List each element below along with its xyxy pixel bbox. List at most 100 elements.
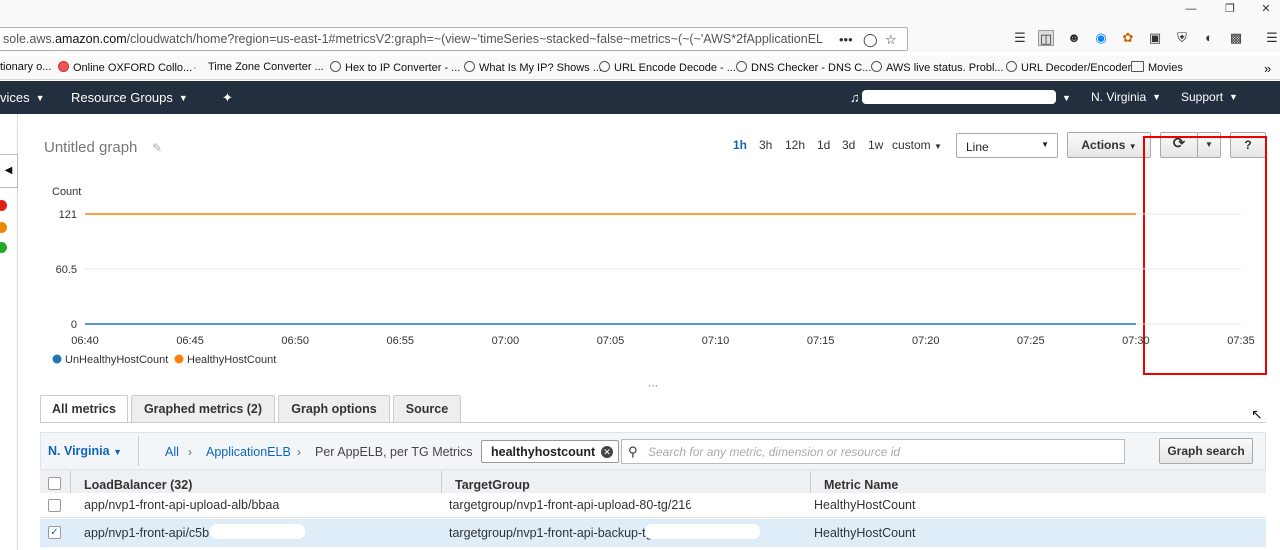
- bookmark-star-icon[interactable]: ☆: [885, 32, 897, 48]
- bookmark-item[interactable]: Online OXFORD Collo...: [58, 61, 192, 74]
- chevron-down-icon: ▼: [113, 447, 122, 457]
- extension-circle-icon[interactable]: ◉: [1093, 30, 1109, 46]
- bookmarks-overflow-icon[interactable]: »: [1264, 61, 1271, 76]
- metrics-line-chart: 0 60.5 121 06:40 06:45 06:50 06:55 07:00 07:05 0…: [52, 186, 1255, 366]
- pencil-icon[interactable]: ✎: [152, 141, 162, 155]
- globe-icon: [330, 61, 341, 72]
- bookmark-item[interactable]: URL Decoder/Encoder: [1006, 61, 1131, 74]
- bookmark-item[interactable]: Movies: [1131, 61, 1183, 74]
- bookmark-item[interactable]: DNS Checker - DNS C...: [736, 61, 871, 74]
- legend-swatch: [174, 354, 184, 364]
- range-1w[interactable]: 1w: [868, 138, 883, 152]
- y-tick-label: 60.5: [56, 264, 77, 276]
- shield-icon[interactable]: ⛨: [1174, 30, 1190, 46]
- cell-metric-name: HealthyHostCount: [814, 498, 916, 512]
- x-tick-label: 07:25: [1017, 335, 1045, 347]
- legend-label: UnHealthyHostCount: [65, 354, 168, 366]
- save-icon[interactable]: ▩: [1228, 30, 1244, 46]
- cell-targetgroup: targetgroup/nvp1-front-api-backup-tg: [449, 526, 653, 540]
- resize-handle[interactable]: ⋯: [648, 381, 658, 392]
- support-menu[interactable]: Support ▼: [1181, 90, 1238, 104]
- url-bar[interactable]: sole.aws.amazon.com/cloudwatch/home?regi…: [0, 27, 908, 51]
- resource-groups-menu[interactable]: Resource Groups ▼: [71, 90, 188, 105]
- chevron-down-icon: ▼: [1152, 92, 1162, 102]
- graph-title[interactable]: Untitled graph: [44, 139, 137, 156]
- browser-toolbar: — ❐ ✕ sole.aws.amazon.com/cloudwatch/hom…: [0, 0, 1280, 52]
- tab-graphed-metrics[interactable]: Graphed metrics (2): [131, 395, 275, 422]
- chevron-down-icon: ▼: [178, 93, 188, 103]
- menu-icon[interactable]: ☰: [1264, 30, 1280, 46]
- extension-box-icon[interactable]: ▣: [1147, 30, 1163, 46]
- close-icon[interactable]: ✕: [1256, 2, 1276, 16]
- range-1d[interactable]: 1d: [817, 138, 830, 152]
- row-checkbox-checked[interactable]: ✓: [48, 526, 61, 539]
- graph-type-value: Line: [966, 140, 989, 154]
- divider: [138, 436, 139, 466]
- globe-icon: [1006, 61, 1017, 72]
- column-header-loadbalancer[interactable]: LoadBalancer (32): [84, 478, 192, 492]
- redacted-text: [645, 524, 760, 539]
- range-3d[interactable]: 3d: [842, 138, 855, 152]
- actions-button[interactable]: Actions ▼: [1067, 132, 1151, 158]
- range-3h[interactable]: 3h: [759, 138, 772, 152]
- bookmark-item[interactable]: Hex to IP Converter - ...: [330, 61, 460, 74]
- breadcrumb-separator-icon: ›: [188, 445, 192, 459]
- breadcrumb-applicationelb[interactable]: ApplicationELB: [206, 445, 291, 459]
- bookmark-item[interactable]: · Time Zone Converter ...: [193, 61, 324, 74]
- x-tick-label: 06:55: [387, 335, 415, 347]
- sidebar-icon[interactable]: ◫: [1038, 30, 1054, 46]
- breadcrumb-all[interactable]: All: [165, 445, 179, 459]
- account-icon[interactable]: ☻: [1066, 30, 1082, 46]
- x-tick-label: 07:30: [1122, 335, 1150, 347]
- chevron-down-icon: ▼: [35, 93, 45, 103]
- bookmark-favicon-icon: [58, 61, 69, 72]
- column-header-metric-name[interactable]: Metric Name: [824, 478, 898, 492]
- remove-filter-icon[interactable]: ✕: [601, 446, 613, 458]
- tab-source[interactable]: Source: [393, 395, 461, 422]
- graph-type-select[interactable]: Line ▼: [956, 133, 1058, 158]
- tab-graph-options[interactable]: Graph options: [278, 395, 390, 422]
- bookmark-item[interactable]: tionary o...: [0, 61, 51, 73]
- row-checkbox[interactable]: [48, 499, 61, 512]
- metric-search: ⚲: [621, 439, 1125, 464]
- pocket-icon[interactable]: ◯: [863, 32, 878, 48]
- folder-icon: [1131, 61, 1144, 72]
- graph-search-button[interactable]: Graph search: [1159, 438, 1253, 464]
- aws-navbar: vices ▼ Resource Groups ▼ ✦ ♫ ▼ N. Virgini…: [0, 81, 1280, 114]
- bookmark-item[interactable]: What Is My IP? Shows ...: [464, 61, 602, 74]
- chevron-down-icon[interactable]: ▼: [1062, 93, 1071, 103]
- cell-loadbalancer: app/nvp1-front-api/c5b: [84, 526, 210, 540]
- region-menu[interactable]: N. Virginia ▼: [1091, 90, 1161, 104]
- region-select[interactable]: N. Virginia ▼: [48, 444, 122, 458]
- x-tick-label: 07:10: [702, 335, 730, 347]
- y-tick-label: 0: [71, 319, 77, 331]
- range-1h[interactable]: 1h: [733, 138, 747, 152]
- tab-all-metrics[interactable]: All metrics: [40, 395, 128, 423]
- select-all-checkbox[interactable]: [48, 477, 61, 490]
- library-icon[interactable]: ☰: [1012, 30, 1028, 46]
- chevron-down-icon: ▼: [1041, 140, 1049, 149]
- minimize-icon[interactable]: —: [1181, 2, 1201, 16]
- pin-icon[interactable]: ✦: [222, 90, 233, 106]
- search-input[interactable]: [648, 443, 1118, 461]
- x-tick-label: 07:05: [597, 335, 625, 347]
- column-header-targetgroup[interactable]: TargetGroup: [455, 478, 530, 492]
- extension-lion-icon[interactable]: ✿: [1120, 30, 1136, 46]
- range-custom[interactable]: custom ▼: [892, 138, 942, 152]
- redacted-account: [862, 90, 1056, 104]
- extension-dark-icon[interactable]: ◐: [1201, 30, 1217, 46]
- filter-chip[interactable]: healthyhostcount ✕: [481, 440, 619, 463]
- bookmark-favicon-icon: ·: [193, 62, 197, 74]
- legend-label: HealthyHostCount: [187, 354, 276, 366]
- bookmark-item[interactable]: AWS live status. Probl...: [871, 61, 1004, 74]
- range-12h[interactable]: 12h: [785, 138, 805, 152]
- services-menu[interactable]: vices ▼: [0, 90, 45, 105]
- cell-targetgroup: targetgroup/nvp1-front-api-upload-80-tg/…: [449, 498, 707, 512]
- bell-icon[interactable]: ♫: [850, 90, 860, 105]
- globe-icon: [736, 61, 747, 72]
- x-tick-label: 07:15: [807, 335, 835, 347]
- page-actions-icon[interactable]: •••: [839, 32, 853, 47]
- restore-icon[interactable]: ❐: [1220, 2, 1240, 16]
- chevron-down-icon: ▼: [1229, 92, 1238, 102]
- bookmark-item[interactable]: URL Encode Decode - ...: [599, 61, 736, 74]
